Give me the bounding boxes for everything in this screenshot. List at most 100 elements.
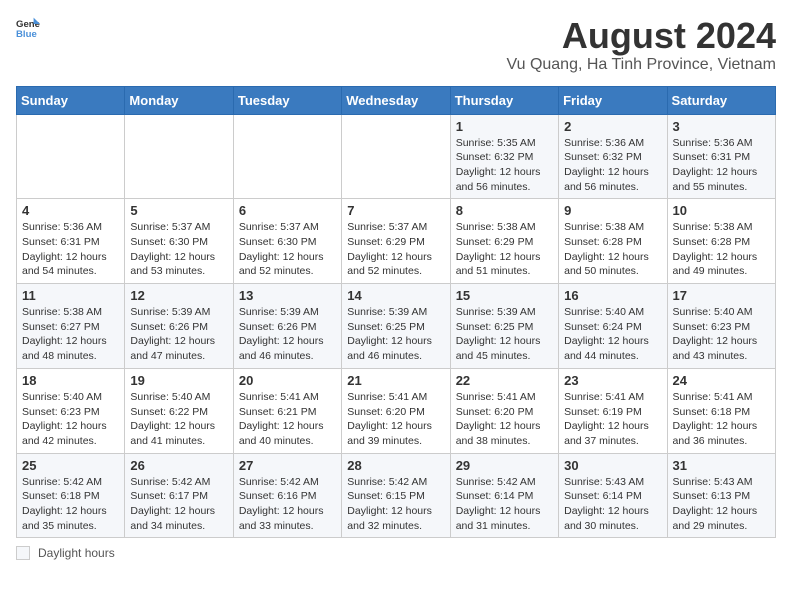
calendar-cell: 28 Sunrise: 5:42 AM Sunset: 6:15 PM Dayli… <box>342 453 450 538</box>
day-info: Sunrise: 5:36 AM Sunset: 6:32 PM Dayligh… <box>564 136 661 195</box>
day-info: Sunrise: 5:41 AM Sunset: 6:20 PM Dayligh… <box>456 390 553 449</box>
day-info: Sunrise: 5:41 AM Sunset: 6:20 PM Dayligh… <box>347 390 444 449</box>
day-info: Sunrise: 5:35 AM Sunset: 6:32 PM Dayligh… <box>456 136 553 195</box>
day-number: 17 <box>673 288 770 303</box>
day-number: 21 <box>347 373 444 388</box>
calendar-cell: 30 Sunrise: 5:43 AM Sunset: 6:14 PM Dayli… <box>559 453 667 538</box>
day-number: 1 <box>456 119 553 134</box>
calendar-cell: 16 Sunrise: 5:40 AM Sunset: 6:24 PM Dayli… <box>559 284 667 369</box>
day-number: 24 <box>673 373 770 388</box>
day-number: 27 <box>239 458 336 473</box>
day-info: Sunrise: 5:40 AM Sunset: 6:24 PM Dayligh… <box>564 305 661 364</box>
day-info: Sunrise: 5:36 AM Sunset: 6:31 PM Dayligh… <box>673 136 770 195</box>
day-number: 14 <box>347 288 444 303</box>
location-title: Vu Quang, Ha Tinh Province, Vietnam <box>507 56 776 74</box>
day-info: Sunrise: 5:40 AM Sunset: 6:23 PM Dayligh… <box>673 305 770 364</box>
logo-icon: General Blue <box>16 16 40 40</box>
calendar-cell: 7Sunrise: 5:37 AM Sunset: 6:29 PM Daylig… <box>342 199 450 284</box>
day-number: 8 <box>456 203 553 218</box>
calendar-cell: 12 Sunrise: 5:39 AM Sunset: 6:26 PM Dayli… <box>125 284 233 369</box>
day-info: Sunrise: 5:39 AM Sunset: 6:26 PM Dayligh… <box>130 305 227 364</box>
day-number: 26 <box>130 458 227 473</box>
calendar-cell <box>125 114 233 199</box>
calendar-cell: 10 Sunrise: 5:38 AM Sunset: 6:28 PM Dayli… <box>667 199 775 284</box>
day-number: 12 <box>130 288 227 303</box>
week-row-3: 11 Sunrise: 5:38 AM Sunset: 6:27 PM Dayli… <box>17 284 776 369</box>
week-row-5: 25 Sunrise: 5:42 AM Sunset: 6:18 PM Dayli… <box>17 453 776 538</box>
day-info: Sunrise: 5:43 AM Sunset: 6:14 PM Dayligh… <box>564 475 661 534</box>
day-info: Sunrise: 5:38 AM Sunset: 6:28 PM Dayligh… <box>564 220 661 279</box>
day-number: 10 <box>673 203 770 218</box>
day-number: 5 <box>130 203 227 218</box>
day-number: 25 <box>22 458 119 473</box>
day-number: 31 <box>673 458 770 473</box>
logo: General Blue <box>16 16 40 40</box>
day-info: Sunrise: 5:37 AM Sunset: 6:30 PM Dayligh… <box>130 220 227 279</box>
weekday-header-tuesday: Tuesday <box>233 86 341 114</box>
day-number: 15 <box>456 288 553 303</box>
day-info: Sunrise: 5:41 AM Sunset: 6:19 PM Dayligh… <box>564 390 661 449</box>
day-number: 18 <box>22 373 119 388</box>
weekday-header-row: SundayMondayTuesdayWednesdayThursdayFrid… <box>17 86 776 114</box>
day-info: Sunrise: 5:36 AM Sunset: 6:31 PM Dayligh… <box>22 220 119 279</box>
calendar-cell: 31 Sunrise: 5:43 AM Sunset: 6:13 PM Dayli… <box>667 453 775 538</box>
calendar-table: SundayMondayTuesdayWednesdayThursdayFrid… <box>16 86 776 539</box>
day-info: Sunrise: 5:38 AM Sunset: 6:28 PM Dayligh… <box>673 220 770 279</box>
calendar-cell <box>342 114 450 199</box>
day-number: 16 <box>564 288 661 303</box>
day-info: Sunrise: 5:38 AM Sunset: 6:27 PM Dayligh… <box>22 305 119 364</box>
day-number: 19 <box>130 373 227 388</box>
weekday-header-saturday: Saturday <box>667 86 775 114</box>
day-number: 28 <box>347 458 444 473</box>
weekday-header-thursday: Thursday <box>450 86 558 114</box>
title-section: August 2024 Vu Quang, Ha Tinh Province, … <box>507 16 776 74</box>
calendar-cell: 14Sunrise: 5:39 AM Sunset: 6:25 PM Dayli… <box>342 284 450 369</box>
month-title: August 2024 <box>507 16 776 56</box>
day-info: Sunrise: 5:40 AM Sunset: 6:22 PM Dayligh… <box>130 390 227 449</box>
calendar-cell: 20Sunrise: 5:41 AM Sunset: 6:21 PM Dayli… <box>233 368 341 453</box>
day-info: Sunrise: 5:40 AM Sunset: 6:23 PM Dayligh… <box>22 390 119 449</box>
day-number: 22 <box>456 373 553 388</box>
week-row-4: 18 Sunrise: 5:40 AM Sunset: 6:23 PM Dayli… <box>17 368 776 453</box>
day-info: Sunrise: 5:43 AM Sunset: 6:13 PM Dayligh… <box>673 475 770 534</box>
calendar-cell: 18 Sunrise: 5:40 AM Sunset: 6:23 PM Dayli… <box>17 368 125 453</box>
weekday-header-sunday: Sunday <box>17 86 125 114</box>
calendar-cell: 22 Sunrise: 5:41 AM Sunset: 6:20 PM Dayli… <box>450 368 558 453</box>
day-info: Sunrise: 5:42 AM Sunset: 6:18 PM Dayligh… <box>22 475 119 534</box>
day-number: 13 <box>239 288 336 303</box>
day-number: 30 <box>564 458 661 473</box>
day-number: 7 <box>347 203 444 218</box>
calendar-cell: 3 Sunrise: 5:36 AM Sunset: 6:31 PM Daylig… <box>667 114 775 199</box>
calendar-cell: 21 Sunrise: 5:41 AM Sunset: 6:20 PM Dayli… <box>342 368 450 453</box>
weekday-header-wednesday: Wednesday <box>342 86 450 114</box>
day-info: Sunrise: 5:42 AM Sunset: 6:16 PM Dayligh… <box>239 475 336 534</box>
calendar-cell: 2Sunrise: 5:36 AM Sunset: 6:32 PM Daylig… <box>559 114 667 199</box>
day-number: 23 <box>564 373 661 388</box>
day-number: 3 <box>673 119 770 134</box>
daylight-label: Daylight hours <box>38 546 115 560</box>
day-info: Sunrise: 5:38 AM Sunset: 6:29 PM Dayligh… <box>456 220 553 279</box>
calendar-cell: 23 Sunrise: 5:41 AM Sunset: 6:19 PM Dayli… <box>559 368 667 453</box>
calendar-cell <box>233 114 341 199</box>
calendar-cell <box>17 114 125 199</box>
calendar-cell: 15 Sunrise: 5:39 AM Sunset: 6:25 PM Dayli… <box>450 284 558 369</box>
day-info: Sunrise: 5:39 AM Sunset: 6:25 PM Dayligh… <box>456 305 553 364</box>
week-row-1: 1 Sunrise: 5:35 AM Sunset: 6:32 PM Daylig… <box>17 114 776 199</box>
day-info: Sunrise: 5:41 AM Sunset: 6:18 PM Dayligh… <box>673 390 770 449</box>
calendar-cell: 17 Sunrise: 5:40 AM Sunset: 6:23 PM Dayli… <box>667 284 775 369</box>
calendar-cell: 13 Sunrise: 5:39 AM Sunset: 6:26 PM Dayli… <box>233 284 341 369</box>
calendar-cell: 6Sunrise: 5:37 AM Sunset: 6:30 PM Daylig… <box>233 199 341 284</box>
day-info: Sunrise: 5:39 AM Sunset: 6:26 PM Dayligh… <box>239 305 336 364</box>
svg-text:Blue: Blue <box>16 29 37 40</box>
calendar-cell: 11 Sunrise: 5:38 AM Sunset: 6:27 PM Dayli… <box>17 284 125 369</box>
day-info: Sunrise: 5:42 AM Sunset: 6:15 PM Dayligh… <box>347 475 444 534</box>
day-number: 9 <box>564 203 661 218</box>
calendar-cell: 27 Sunrise: 5:42 AM Sunset: 6:16 PM Dayli… <box>233 453 341 538</box>
calendar-cell: 26Sunrise: 5:42 AM Sunset: 6:17 PM Dayli… <box>125 453 233 538</box>
day-number: 11 <box>22 288 119 303</box>
calendar-cell: 5 Sunrise: 5:37 AM Sunset: 6:30 PM Daylig… <box>125 199 233 284</box>
day-info: Sunrise: 5:37 AM Sunset: 6:30 PM Dayligh… <box>239 220 336 279</box>
calendar-cell: 1 Sunrise: 5:35 AM Sunset: 6:32 PM Daylig… <box>450 114 558 199</box>
calendar-cell: 19 Sunrise: 5:40 AM Sunset: 6:22 PM Dayli… <box>125 368 233 453</box>
day-number: 29 <box>456 458 553 473</box>
